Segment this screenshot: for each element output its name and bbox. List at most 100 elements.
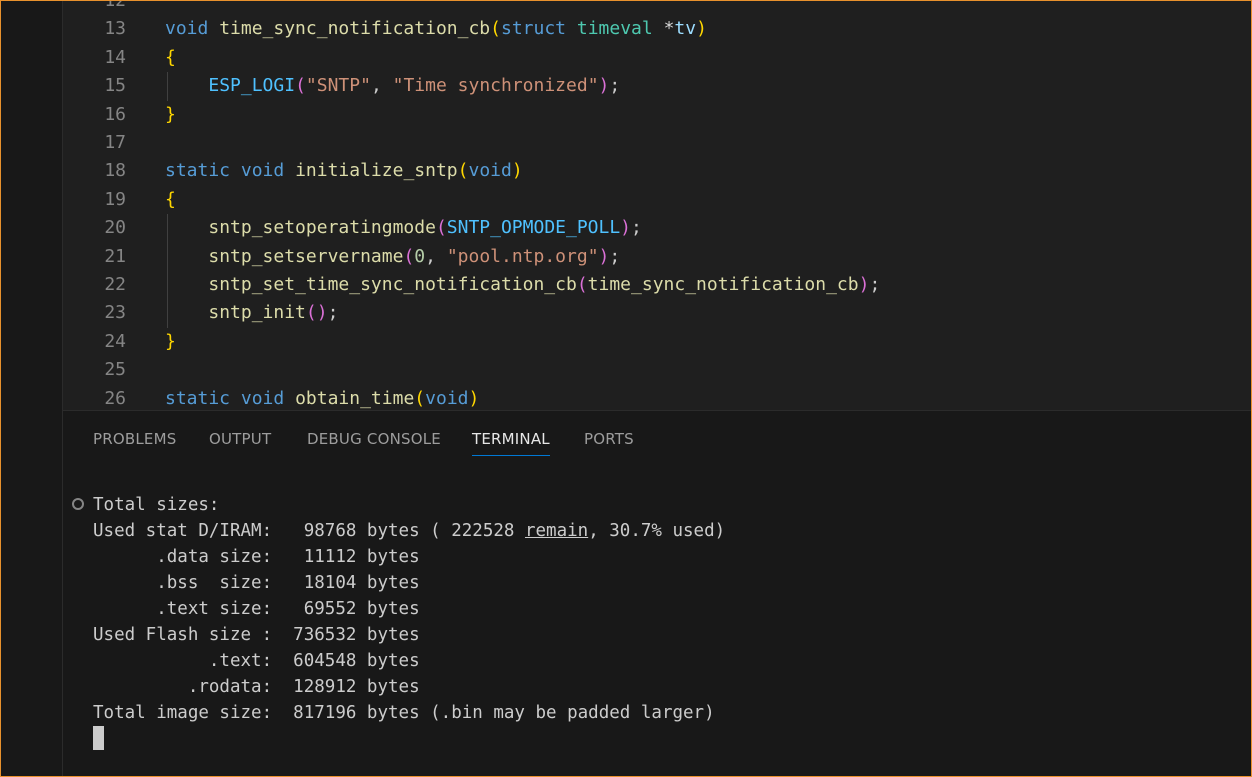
- code-token: }: [165, 330, 176, 352]
- code-editor[interactable]: 1213void time_sync_notification_cb(struc…: [63, 1, 1251, 410]
- code-token: obtain_time: [295, 387, 415, 409]
- line-number: 12: [63, 1, 126, 15]
- terminal-view[interactable]: Total sizes: Used stat D/IRAM: 98768 byte…: [63, 457, 1251, 776]
- terminal-text: , 30.7% used): [588, 521, 726, 541]
- vscode-window: 1213void time_sync_notification_cb(struc…: [0, 0, 1252, 777]
- code-token: void: [468, 160, 512, 182]
- terminal-line: .rodata: 128912 bytes: [93, 674, 420, 700]
- code-token: (: [295, 75, 306, 97]
- code-line[interactable]: 20 sntp_setoperatingmode(SNTP_OPMODE_POL…: [63, 214, 1251, 242]
- code-line[interactable]: 18 static void initialize_sntp(void): [63, 157, 1251, 185]
- code-token: (: [576, 274, 588, 295]
- terminal-line: .text: 604548 bytes: [93, 648, 420, 674]
- tab-ports[interactable]: PORTS: [584, 430, 634, 448]
- code-line[interactable]: 26 static void obtain_time(void): [63, 385, 1251, 410]
- terminal-text: .text size: 69552 bytes: [93, 599, 420, 619]
- command-decoration-icon[interactable]: [72, 498, 84, 510]
- bottom-panel: PROBLEMS OUTPUT DEBUG CONSOLE TERMINAL PORTS…: [63, 410, 1251, 776]
- code-token: void: [240, 387, 285, 409]
- code-line[interactable]: 17: [63, 129, 1251, 157]
- terminal-text: .text: 604548 bytes: [93, 651, 420, 671]
- code-token: ESP_LOGI: [208, 75, 296, 97]
- code-token: (: [403, 245, 415, 267]
- code-token: 0: [414, 245, 426, 267]
- terminal-text: .data size: 11112 bytes: [93, 547, 420, 567]
- tab-terminal[interactable]: TERMINAL: [472, 430, 550, 456]
- code-text: }: [165, 101, 176, 129]
- code-token: (: [435, 217, 447, 239]
- line-number: 25: [104, 359, 126, 381]
- indent-guide: [167, 214, 168, 328]
- code-token: "Time synchronized": [392, 75, 599, 97]
- terminal-line: Total image size: 817196 bytes (.bin may…: [93, 700, 715, 726]
- code-line[interactable]: 16}: [63, 101, 1251, 129]
- line-number: 26: [104, 387, 126, 409]
- code-token: (: [490, 18, 501, 40]
- code-line[interactable]: 13 void time_sync_notification_cb(struct …: [63, 15, 1251, 43]
- code-text: sntp_setservername(0, "pool.ntp.org");: [165, 243, 620, 271]
- terminal-line: Used stat D/IRAM: 98768 bytes ( 222528 r…: [93, 518, 725, 544]
- code-text: static void initialize_sntp(void): [165, 157, 523, 185]
- code-text: sntp_setoperatingmode(SNTP_OPMODE_POLL);: [165, 214, 642, 242]
- terminal-link-text[interactable]: remain: [525, 521, 588, 541]
- code-line[interactable]: 23 sntp_init();: [63, 299, 1251, 327]
- code-line[interactable]: 22 sntp_set_time_sync_notification_cb(ti…: [63, 271, 1251, 299]
- code-token: {: [165, 46, 176, 68]
- code-text: {: [165, 44, 176, 72]
- code-line[interactable]: 19 {: [63, 186, 1251, 214]
- terminal-text: Used stat D/IRAM: 98768 bytes ( 222528: [93, 521, 525, 541]
- line-number: 22: [104, 274, 126, 295]
- panel-tab-bar: PROBLEMS OUTPUT DEBUG CONSOLE TERMINAL PORTS: [63, 411, 1251, 457]
- terminal-line: .text size: 69552 bytes: [93, 596, 420, 622]
- code-token: (): [305, 302, 328, 324]
- terminal-line: .bss size: 18104 bytes: [93, 570, 420, 596]
- code-token: (: [457, 160, 469, 182]
- tab-output[interactable]: OUTPUT: [209, 430, 271, 448]
- code-line[interactable]: 12: [63, 1, 1251, 15]
- code-token: tv: [674, 18, 697, 40]
- code-token: ;: [327, 302, 339, 324]
- code-token: "pool.ntp.org": [446, 245, 599, 267]
- code-line[interactable]: 15 ESP_LOGI("SNTP", "Time synchronized")…: [63, 72, 1251, 100]
- terminal-text: .bss size: 18104 bytes: [93, 573, 420, 593]
- code-token: void: [165, 18, 209, 40]
- terminal-text: Used Flash size : 736532 bytes: [93, 625, 420, 645]
- code-text: sntp_init();: [165, 299, 338, 327]
- code-token: "SNTP": [305, 75, 371, 97]
- code-token: ): [858, 274, 870, 295]
- tab-debug-console[interactable]: DEBUG CONSOLE: [307, 430, 441, 448]
- code-text: sntp_set_time_sync_notification_cb(time_…: [165, 271, 880, 299]
- line-number: 21: [104, 245, 126, 267]
- terminal-line: Total sizes:: [93, 492, 219, 518]
- code-token: ): [598, 245, 610, 267]
- tab-problems[interactable]: PROBLEMS: [93, 430, 176, 448]
- code-token: }: [165, 103, 176, 125]
- code-text: void time_sync_notification_cb(struct ti…: [165, 15, 707, 43]
- code-token: sntp_set_time_sync_notification_cb: [208, 274, 577, 295]
- code-text: }: [165, 328, 176, 356]
- terminal-text: .rodata: 128912 bytes: [93, 677, 420, 697]
- activity-bar-edge: [1, 1, 63, 776]
- code-token: ;: [609, 75, 621, 97]
- code-token: (: [414, 387, 426, 409]
- line-number: 23: [104, 302, 126, 324]
- code-line[interactable]: 24}: [63, 328, 1251, 356]
- code-line[interactable]: 21 sntp_setservername(0, "pool.ntp.org")…: [63, 243, 1251, 271]
- code-token: time_sync_notification_cb: [219, 18, 491, 40]
- code-token: sntp_init: [208, 302, 306, 324]
- code-line[interactable]: 25: [63, 356, 1251, 384]
- line-number: 14: [104, 46, 126, 68]
- code-token: ,: [425, 245, 447, 267]
- indent-guide: [167, 72, 168, 101]
- code-token: ): [696, 18, 707, 40]
- line-number: 15: [104, 75, 126, 97]
- code-token: SNTP_OPMODE_POLL: [446, 217, 621, 239]
- code-line[interactable]: 14 {: [63, 44, 1251, 72]
- terminal-cursor: [93, 726, 104, 750]
